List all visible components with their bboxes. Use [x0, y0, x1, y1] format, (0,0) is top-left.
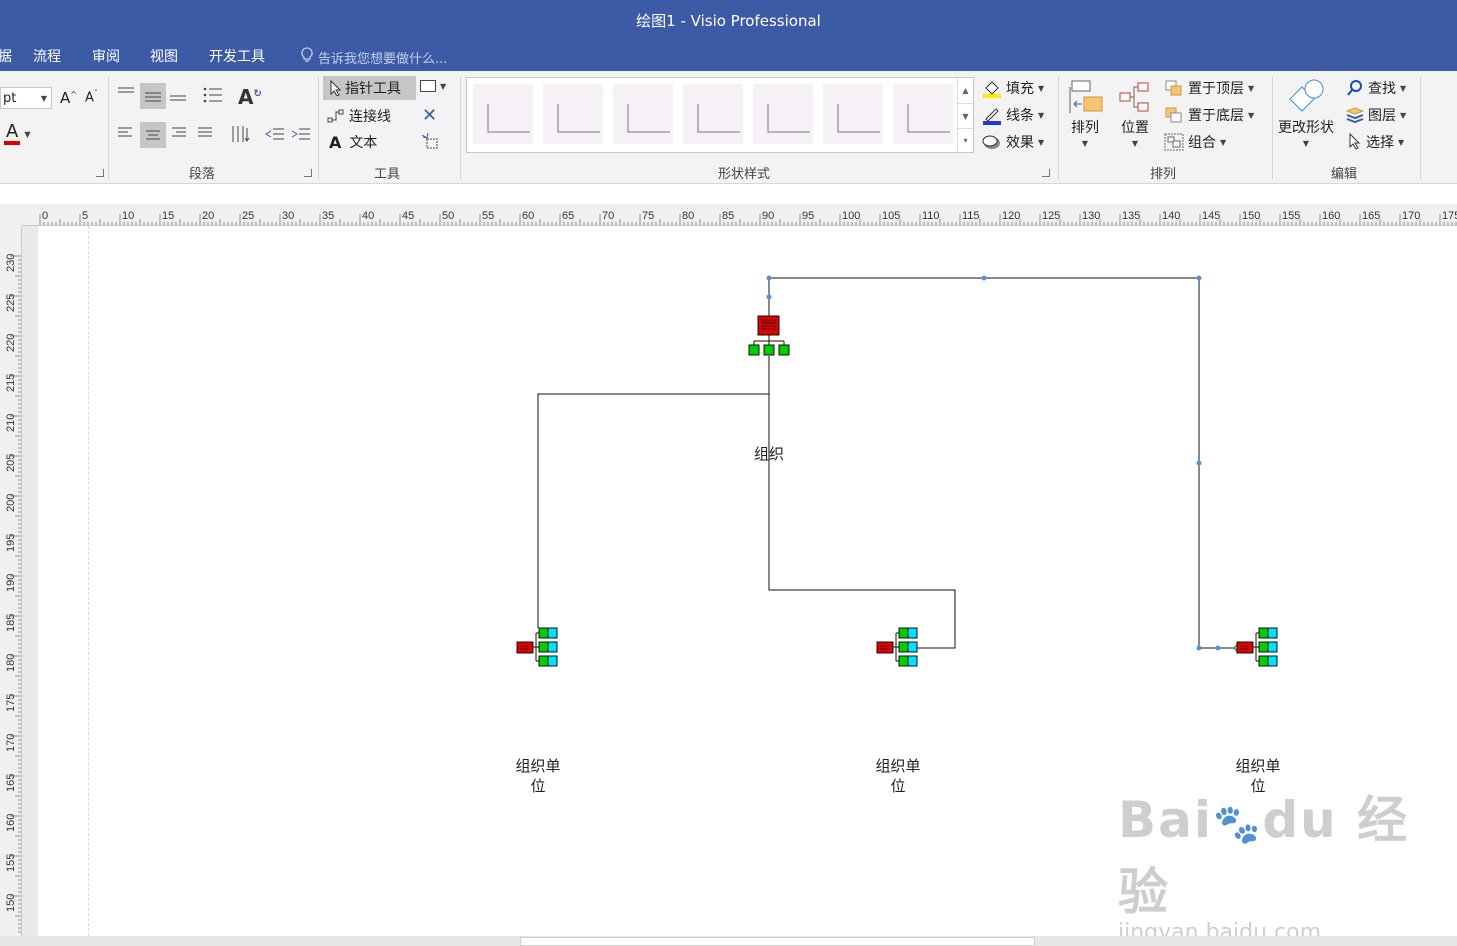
connector-line-selected[interactable] [768, 277, 1238, 649]
connector-line[interactable] [768, 356, 956, 649]
diagram-canvas [516, 275, 1278, 667]
horizontal-scrollbar[interactable] [0, 936, 1457, 946]
label-line: 组织单 [515, 757, 561, 775]
label-line: 位 [1250, 777, 1266, 795]
org-root-label[interactable]: 组织 [739, 444, 799, 464]
org-unit-label-3[interactable]: 组织单 位 [1222, 756, 1294, 796]
connector-line[interactable] [537, 356, 770, 628]
label-line: 组织单 [1235, 757, 1281, 775]
connector-handle[interactable] [1215, 645, 1221, 651]
connector-handle[interactable] [981, 275, 987, 281]
org-unit-shape-2[interactable] [876, 627, 918, 667]
org-unit-label-1[interactable]: 组织单 位 [502, 756, 574, 796]
org-unit-label-2[interactable]: 组织单 位 [862, 756, 934, 796]
selection-handles [766, 275, 1221, 651]
connector-handle[interactable] [766, 275, 772, 281]
connector-handle[interactable] [1196, 645, 1202, 651]
org-root-shape[interactable] [748, 315, 790, 356]
label-line: 位 [530, 777, 546, 795]
label-line: 位 [890, 777, 906, 795]
label-line: 组织单 [875, 757, 921, 775]
connector-handle[interactable] [1196, 275, 1202, 281]
connector-handle[interactable] [766, 294, 772, 300]
org-unit-shape-3[interactable] [1236, 627, 1278, 667]
org-unit-shape-1[interactable] [516, 627, 558, 667]
connector-handle[interactable] [1196, 460, 1202, 466]
scrollbar-thumb[interactable] [520, 937, 1035, 946]
